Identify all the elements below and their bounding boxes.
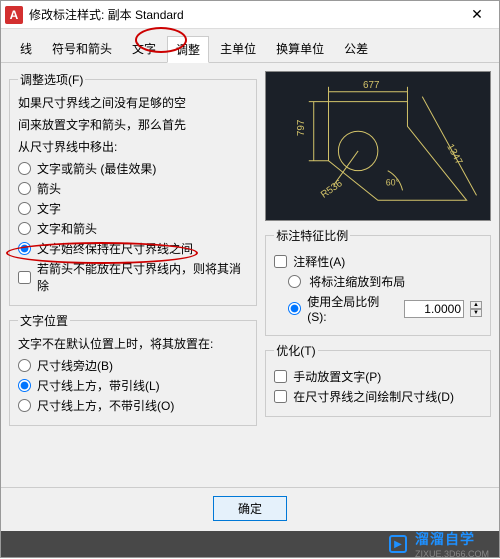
app-logo: A [5, 6, 23, 24]
radio-beside-dimline-input[interactable] [18, 359, 31, 372]
check-annotative-label: 注释性(A) [293, 253, 345, 270]
radio-keep-text-between-input[interactable] [18, 242, 31, 255]
preview-dim-left: 797 [296, 120, 307, 136]
tab-alt-units[interactable]: 换算单位 [267, 35, 333, 62]
radio-scale-layout-label: 将标注缩放到布局 [309, 273, 405, 290]
check-suppress-arrows-input[interactable] [18, 271, 31, 284]
radio-text-input[interactable] [18, 202, 31, 215]
left-column: 调整选项(F) 如果尺寸界线之间没有足够的空 间来放置文字和箭头，那么首先 从尺… [9, 71, 257, 426]
fit-desc-line3: 从尺寸界线中移出: [18, 138, 248, 156]
radio-text-arrows[interactable]: 文字和箭头 [18, 220, 248, 237]
radio-text-arrows-input[interactable] [18, 222, 31, 235]
tab-primary-units[interactable]: 主单位 [211, 35, 265, 62]
watermark-text-wrap: 溜溜自学 ZIXUE.3D66.COM [415, 529, 489, 559]
preview-svg: 677 797 1347 R536 60° [266, 72, 490, 220]
tab-symbols-arrows[interactable]: 符号和箭头 [43, 35, 121, 62]
check-manual-text[interactable]: 手动放置文字(P) [274, 368, 482, 385]
radio-scale-layout-input[interactable] [288, 275, 301, 288]
tab-fit[interactable]: 调整 [167, 36, 209, 63]
tab-strip: 线 符号和箭头 文字 调整 主单位 换算单位 公差 [1, 29, 499, 63]
fit-options-legend: 调整选项(F) [18, 71, 85, 88]
radio-arrows-input[interactable] [18, 182, 31, 195]
radio-over-with-leader-input[interactable] [18, 379, 31, 392]
fit-desc-line2: 间来放置文字和箭头，那么首先 [18, 116, 248, 134]
radio-best-fit-label: 文字或箭头 (最佳效果) [37, 160, 156, 177]
tab-text[interactable]: 文字 [123, 35, 165, 62]
radio-over-no-leader-label: 尺寸线上方，不带引线(O) [37, 397, 174, 414]
radio-over-no-leader-input[interactable] [18, 399, 31, 412]
radio-best-fit-input[interactable] [18, 162, 31, 175]
text-placement-group: 文字位置 文字不在默认位置上时，将其放置在: 尺寸线旁边(B) 尺寸线上方，带引… [9, 312, 257, 426]
preview-dim-radius: R536 [319, 178, 345, 201]
radio-scale-global[interactable]: 使用全局比例(S): [288, 293, 398, 324]
dimension-preview: 677 797 1347 R536 60° [265, 71, 491, 221]
watermark-brand: 溜溜自学 [415, 529, 489, 549]
preview-dim-diag: 1347 [445, 142, 465, 167]
global-scale-input[interactable] [404, 300, 464, 318]
preview-dim-top: 677 [363, 80, 379, 91]
radio-scale-layout[interactable]: 将标注缩放到布局 [288, 273, 482, 290]
right-column: 677 797 1347 R536 60° 标注特征比例 注释性(A) 将标注缩… [265, 71, 491, 426]
optimize-group: 优化(T) 手动放置文字(P) 在尺寸界线之间绘制尺寸线(D) [265, 342, 491, 417]
watermark-icon: ▶ [389, 535, 407, 553]
check-annotative-input[interactable] [274, 255, 287, 268]
radio-best-fit[interactable]: 文字或箭头 (最佳效果) [18, 160, 248, 177]
watermark: ▶ 溜溜自学 ZIXUE.3D66.COM [1, 531, 499, 557]
close-button[interactable]: ✕ [459, 5, 495, 25]
radio-over-with-leader[interactable]: 尺寸线上方，带引线(L) [18, 377, 248, 394]
check-draw-dimline-label: 在尺寸界线之间绘制尺寸线(D) [293, 388, 454, 405]
radio-arrows-label: 箭头 [37, 180, 61, 197]
tab-line[interactable]: 线 [11, 35, 41, 62]
radio-arrows[interactable]: 箭头 [18, 180, 248, 197]
radio-over-no-leader[interactable]: 尺寸线上方，不带引线(O) [18, 397, 248, 414]
scale-spin-up[interactable]: ▲ [470, 301, 482, 309]
scale-spin-down[interactable]: ▼ [470, 309, 482, 317]
radio-scale-global-label: 使用全局比例(S): [307, 293, 398, 324]
text-placement-desc: 文字不在默认位置上时，将其放置在: [18, 335, 248, 353]
dialog-content: 调整选项(F) 如果尺寸界线之间没有足够的空 间来放置文字和箭头，那么首先 从尺… [1, 63, 499, 434]
optimize-legend: 优化(T) [274, 342, 317, 359]
radio-beside-dimline[interactable]: 尺寸线旁边(B) [18, 357, 248, 374]
scale-legend: 标注特征比例 [274, 227, 350, 244]
radio-scale-global-input[interactable] [288, 302, 301, 315]
fit-options-group: 调整选项(F) 如果尺寸界线之间没有足够的空 间来放置文字和箭头，那么首先 从尺… [9, 71, 257, 306]
button-bar: 确定 [1, 487, 499, 529]
scale-group: 标注特征比例 注释性(A) 将标注缩放到布局 使用全局比例(S): ▲ ▼ [265, 227, 491, 336]
check-suppress-arrows-label: 若箭头不能放在尺寸界线内，则将其消除 [37, 260, 248, 294]
text-placement-legend: 文字位置 [18, 312, 70, 329]
check-draw-dimline[interactable]: 在尺寸界线之间绘制尺寸线(D) [274, 388, 482, 405]
fit-desc-line1: 如果尺寸界线之间没有足够的空 [18, 94, 248, 112]
radio-text[interactable]: 文字 [18, 200, 248, 217]
radio-over-with-leader-label: 尺寸线上方，带引线(L) [37, 377, 160, 394]
radio-text-arrows-label: 文字和箭头 [37, 220, 97, 237]
check-suppress-arrows[interactable]: 若箭头不能放在尺寸界线内，则将其消除 [18, 260, 248, 294]
check-manual-text-input[interactable] [274, 370, 287, 383]
check-draw-dimline-input[interactable] [274, 390, 287, 403]
radio-beside-dimline-label: 尺寸线旁边(B) [37, 357, 113, 374]
radio-keep-text-between-label: 文字始终保持在尺寸界线之间 [37, 240, 193, 257]
preview-dim-angle: 60° [386, 177, 400, 187]
radio-keep-text-between[interactable]: 文字始终保持在尺寸界线之间 [18, 240, 248, 257]
radio-text-label: 文字 [37, 200, 61, 217]
titlebar: A 修改标注样式: 副本 Standard ✕ [1, 1, 499, 29]
window-title: 修改标注样式: 副本 Standard [29, 6, 459, 23]
check-annotative[interactable]: 注释性(A) [274, 253, 482, 270]
ok-button[interactable]: 确定 [213, 496, 287, 521]
tab-tolerance[interactable]: 公差 [335, 35, 377, 62]
scale-spinner: ▲ ▼ [470, 301, 482, 317]
dialog-window: A 修改标注样式: 副本 Standard ✕ 线 符号和箭头 文字 调整 主单… [0, 0, 500, 558]
check-manual-text-label: 手动放置文字(P) [293, 368, 381, 385]
